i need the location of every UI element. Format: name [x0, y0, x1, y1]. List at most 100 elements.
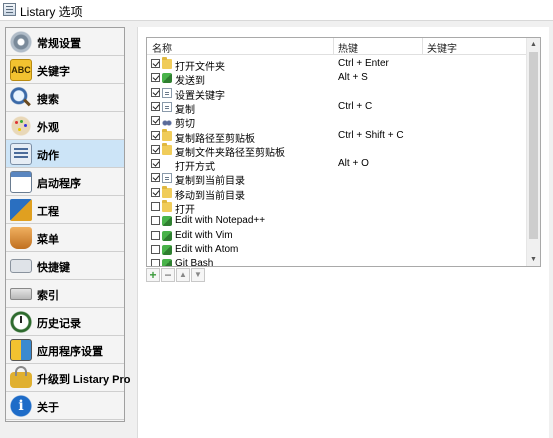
action-enabled-checkbox[interactable] [151, 144, 160, 154]
sidebar-item-10[interactable]: 历史记录 [6, 308, 124, 336]
sidebar-item-label: 菜单 [37, 234, 59, 246]
sidebar-item-11[interactable]: 应用程序设置 [6, 336, 124, 364]
action-hotkey: Ctrl + Shift + C [338, 129, 404, 141]
keyboard-icon [10, 259, 32, 273]
lock-icon [10, 366, 32, 388]
sidebar-item-label: 历史记录 [37, 318, 81, 330]
folder-icon [162, 200, 172, 212]
drive-icon [10, 288, 32, 300]
table-row[interactable]: 复制文件夹路径至剪贴板 [147, 142, 527, 159]
action-list-icon [10, 143, 32, 165]
sidebar-item-label: 外观 [37, 122, 59, 134]
table-row[interactable]: 移动到当前目录 [147, 185, 527, 202]
sidebar-item-label: 关键字 [37, 66, 70, 78]
action-hotkey: Ctrl + C [338, 100, 373, 112]
remove-action-button[interactable]: − [161, 268, 175, 282]
scroll-thumb[interactable] [529, 52, 538, 239]
table-row[interactable]: Edit with Vim [147, 229, 527, 243]
action-enabled-checkbox[interactable] [151, 159, 160, 169]
add-action-button[interactable]: + [146, 268, 160, 282]
action-enabled-checkbox[interactable] [151, 59, 160, 68]
action-enabled-checkbox[interactable] [151, 101, 160, 111]
sidebar-item-5[interactable]: 启动程序 [6, 168, 124, 196]
sidebar-item-4[interactable]: 动作 [6, 140, 124, 168]
sidebar-item-label: 索引 [37, 290, 59, 302]
copy-path-icon [162, 128, 172, 141]
sidebar-item-12[interactable]: 升级到 Listary Pro [6, 364, 131, 392]
sidebar-item-label: 搜索 [37, 94, 59, 106]
sidebar-item-13[interactable]: i 关于 [6, 392, 124, 420]
table-row[interactable]: 打开 [147, 200, 527, 216]
sidebar-item-3[interactable]: 外观 [6, 112, 124, 140]
sidebar-item-label: 启动程序 [37, 178, 81, 190]
table-row[interactable]: 复制到当前目录 [147, 171, 527, 187]
table-row[interactable]: 复制 Ctrl + C [147, 100, 527, 116]
action-enabled-checkbox[interactable] [151, 230, 160, 240]
action-hotkey: Alt + O [338, 158, 369, 170]
column-header-keyword[interactable]: 关键字 [427, 40, 457, 55]
table-row[interactable]: 发送到 Alt + S [147, 71, 527, 87]
action-enabled-checkbox[interactable] [151, 216, 160, 226]
sidebar-item-label: 关于 [37, 402, 59, 414]
action-enabled-checkbox[interactable] [151, 244, 160, 254]
puzzle-icon [162, 216, 172, 227]
action-name: Edit with Atom [175, 243, 239, 255]
table-row[interactable]: Edit with Notepad++ [147, 214, 527, 228]
clock-icon [10, 311, 32, 333]
action-enabled-checkbox[interactable] [151, 130, 160, 140]
action-enabled-checkbox[interactable] [151, 73, 160, 83]
sidebar-item-label: 快捷键 [37, 262, 70, 274]
sidebar-item-label: 应用程序设置 [37, 346, 103, 358]
window-title: Listary 选项 [20, 5, 83, 19]
sidebar-item-label: 常规设置 [37, 38, 81, 50]
table-row[interactable]: Git Bash [147, 257, 527, 266]
action-name: Edit with Notepad++ [175, 215, 266, 227]
column-separator[interactable] [333, 38, 334, 54]
scroll-up-arrow-icon[interactable]: ▲ [527, 38, 540, 51]
action-enabled-checkbox[interactable] [151, 87, 160, 97]
sidebar-item-0[interactable]: 常规设置 [6, 28, 124, 56]
sidebar-item-6[interactable]: 工程 [6, 196, 124, 224]
window-icon [10, 171, 32, 193]
palette-icon [10, 115, 32, 137]
sidebar-item-label: 动作 [37, 150, 59, 162]
table-row[interactable]: 设置关键字 [147, 86, 527, 102]
action-enabled-checkbox[interactable] [151, 116, 160, 126]
page-icon [162, 173, 172, 184]
column-header-name[interactable]: 名称 [152, 40, 172, 55]
blocks-icon [10, 199, 32, 221]
listary-app-icon [3, 3, 16, 16]
scroll-down-arrow-icon[interactable]: ▼ [527, 253, 540, 266]
sidebar-item-1[interactable]: ABC 关键字 [6, 56, 124, 84]
action-enabled-checkbox[interactable] [151, 173, 160, 183]
puzzle-icon [162, 244, 172, 255]
sidebar-item-7[interactable]: 菜单 [6, 224, 124, 252]
info-icon: i [10, 395, 32, 417]
table-row[interactable]: Edit with Atom [147, 243, 527, 257]
magnifier-icon [10, 87, 32, 109]
table-row[interactable]: 复制路径至剪贴板 Ctrl + Shift + C [147, 128, 527, 145]
sidebar-item-8[interactable]: 快捷键 [6, 252, 124, 280]
actions-list-header: 名称 热键 关键字 [147, 38, 527, 55]
apps-icon [10, 339, 32, 361]
vertical-scrollbar[interactable]: ▲ ▼ [526, 38, 540, 266]
table-row[interactable]: 打开方式 Alt + O [147, 157, 527, 173]
action-enabled-checkbox[interactable] [151, 259, 160, 266]
sidebar-item-2[interactable]: 搜索 [6, 84, 124, 112]
action-enabled-checkbox[interactable] [151, 202, 160, 211]
column-header-hotkey[interactable]: 热键 [338, 40, 358, 55]
move-icon [162, 185, 172, 198]
action-enabled-checkbox[interactable] [151, 187, 160, 197]
gear-icon [10, 31, 32, 53]
sidebar-item-label: 工程 [37, 206, 59, 218]
action-hotkey: Alt + S [338, 72, 368, 84]
move-up-button[interactable]: ▲ [176, 268, 190, 282]
options-sidebar: 常规设置 ABC 关键字搜索外观动作启动程序工程菜单快捷键索引历史记录应用程序设置升… [5, 27, 131, 422]
move-down-button[interactable]: ▼ [191, 268, 205, 282]
puzzle-icon [162, 230, 172, 241]
table-row[interactable]: 剪切 [147, 114, 527, 130]
column-separator[interactable] [422, 38, 423, 54]
table-row[interactable]: 打开文件夹 Ctrl + Enter [147, 57, 527, 73]
copy-icon [162, 101, 172, 112]
sidebar-item-9[interactable]: 索引 [6, 280, 124, 308]
